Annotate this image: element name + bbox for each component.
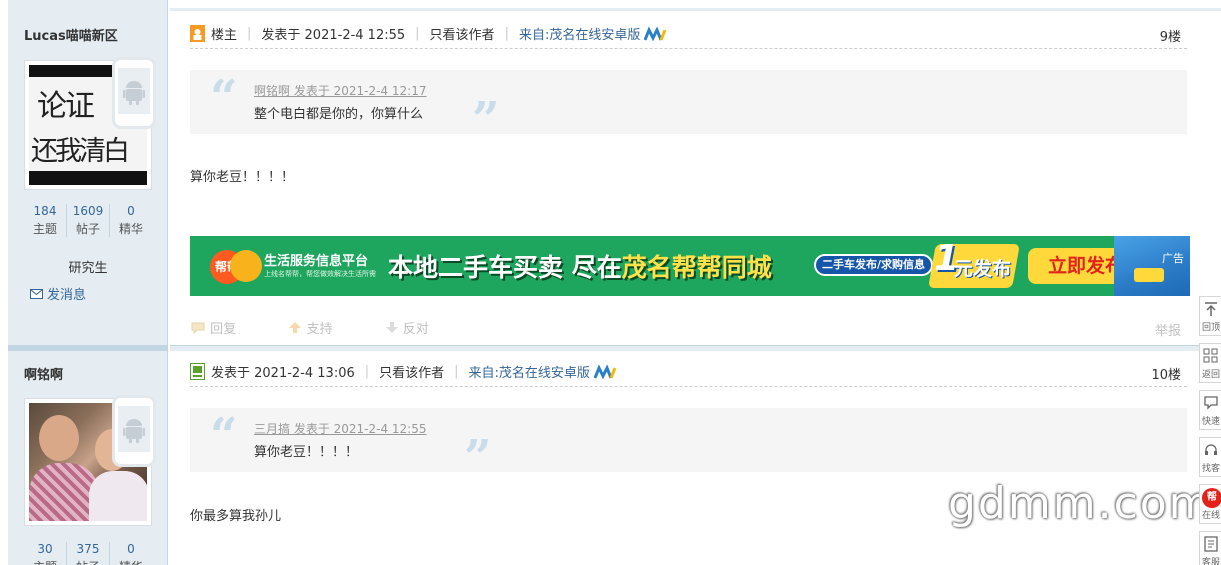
thread-starter-icon [190, 25, 205, 42]
mobile-app-logo-icon [593, 363, 617, 379]
author-stats: 30主题 375帖子 0精华 [24, 542, 152, 565]
stat-posts[interactable]: 1609 帖子 [67, 204, 110, 237]
quote-meta[interactable]: 三月搞 发表于 2021-2-4 12:55 [254, 420, 427, 437]
send-message-link[interactable]: 发消息 [30, 284, 86, 303]
post-actions-1: 回复 支持 反对 举报 [190, 318, 1187, 339]
support-button[interactable]: 支持 [288, 322, 360, 337]
customer-service-button[interactable]: 客服 [1199, 531, 1221, 565]
stat-posts[interactable]: 375帖子 [67, 542, 110, 565]
back-to-list-button[interactable]: 返回 [1199, 343, 1221, 383]
only-author-link[interactable]: 只看该作者 [430, 24, 495, 43]
quote-text: 算你老豆！！！！ [254, 445, 359, 460]
banner-headline: 本地二手车买卖 尽在 [388, 253, 622, 282]
close-quote-icon: ” [464, 430, 492, 486]
post-icon [190, 363, 205, 380]
quote-text: 整个电白都是你的，你算什么 [254, 107, 424, 122]
divider [170, 8, 1221, 11]
avatar-calligraphy-line1: 论证 [37, 89, 95, 124]
quick-reply-button[interactable]: 快速 [1199, 390, 1221, 430]
price-unit: 元发布 [954, 258, 1012, 280]
quote-meta[interactable]: 啊铭啊 发表于 2021-2-4 12:17 [254, 82, 427, 99]
platform-subtitle: 上线名帮帮，帮您做效解决生活所需 [264, 270, 376, 278]
envelope-icon [30, 288, 43, 299]
platform-name: 生活服务信息平台 [264, 254, 369, 269]
author-stats: 184 主题 1609 帖子 0 精华 [24, 204, 152, 237]
post-time: 发表于 2021-2-4 12:55 [261, 28, 406, 43]
find-service-button[interactable]: 找客 [1199, 437, 1221, 477]
author-sidebar: Lucas喵喵新区 论证 还我清白 184 主题 1609 帖子 0 精华 研究生 [8, 0, 168, 565]
source-link[interactable]: 来自:茂名在线安卓版 [519, 24, 640, 43]
floor-number[interactable]: 10楼 [1151, 364, 1181, 383]
open-quote-icon: “ [210, 408, 238, 464]
thumbs-down-icon [385, 322, 398, 333]
post-content: 算你老豆！！！！ [190, 170, 295, 185]
divider [170, 345, 1221, 351]
android-device-icon [112, 395, 156, 467]
post-time: 发表于 2021-2-4 13:06 [211, 366, 355, 381]
site-watermark: gdmm.com [948, 478, 1214, 529]
stat-digest[interactable]: 0精华 [110, 204, 152, 237]
author-name[interactable]: Lucas喵喵新区 [24, 25, 118, 44]
source-link[interactable]: 来自:茂名在线安卓版 [469, 362, 590, 381]
stat-threads[interactable]: 184 主题 [24, 204, 67, 237]
quote-block: “ 三月搞 发表于 2021-2-4 12:55 算你老豆！！！！ ” [190, 408, 1187, 482]
headset-icon [1205, 444, 1217, 455]
ad-label: 广告 [1162, 252, 1184, 265]
post-author-info-2: 啊铭啊 30主题 375帖子 0精华 [8, 351, 168, 565]
avatar-calligraphy-line2: 还我清白 [31, 136, 130, 167]
stat-digest[interactable]: 0精华 [110, 542, 152, 565]
mobile-app-logo-icon [644, 25, 667, 41]
android-device-icon [112, 57, 156, 129]
online-service-button[interactable]: 帮 在线 [1199, 484, 1221, 524]
thumbs-up-icon [289, 322, 302, 333]
oppose-button[interactable]: 反对 [385, 322, 453, 337]
only-author-link[interactable]: 只看该作者 [379, 362, 444, 381]
send-message-label: 发消息 [47, 288, 87, 303]
back-to-top-button[interactable]: 回顶 [1199, 296, 1221, 336]
forum-thread-page: Lucas喵喵新区 论证 还我清白 184 主题 1609 帖子 0 精华 研究生 [0, 0, 1221, 565]
arrow-up-icon [1205, 302, 1217, 316]
post-header-1: 楼主 | 发表于 2021-2-4 12:55 | 只看该作者 | 来自:茂名在… [190, 19, 1187, 49]
bangbang-badge-icon: 帮 [1202, 488, 1221, 508]
user-rank: 研究生 [68, 261, 108, 276]
floating-toolbar: 回顶 返回 快速 找客 帮 在线 客服 [1199, 296, 1221, 565]
document-icon [1204, 536, 1218, 552]
banner-tag: 二手车发布/求购信息 [814, 254, 934, 276]
chat-bubble-icon [1204, 396, 1218, 410]
post-content: 你最多算我孙儿 [190, 509, 282, 524]
open-quote-icon: “ [210, 70, 238, 126]
post-author-info-1: Lucas喵喵新区 论证 还我清白 184 主题 1609 帖子 0 精华 研究生 [8, 0, 168, 345]
floor-number[interactable]: 9楼 [1160, 26, 1181, 45]
author-name[interactable]: 啊铭啊 [24, 364, 63, 383]
banner-brand: 茂名帮帮同城 [621, 253, 772, 282]
close-quote-icon: ” [472, 92, 500, 148]
reply-button[interactable]: 回复 [190, 322, 264, 337]
stat-threads[interactable]: 30主题 [24, 542, 67, 565]
ad-banner[interactable]: 帮帮 生活服务信息平台 上线名帮帮，帮您做效解决生活所需 本地二手车买卖 尽在茂… [190, 236, 1190, 296]
quote-block: “ 啊铭啊 发表于 2021-2-4 12:17 整个电白都是你的，你算什么 ” [190, 70, 1187, 144]
post-header-2: 发表于 2021-2-4 13:06 | 只看该作者 | 来自:茂名在线安卓版 … [190, 357, 1187, 387]
reply-icon [191, 322, 205, 335]
thread-starter-label: 楼主 [211, 28, 238, 43]
report-button[interactable]: 举报 [1155, 320, 1181, 339]
grid-icon [1203, 348, 1218, 363]
